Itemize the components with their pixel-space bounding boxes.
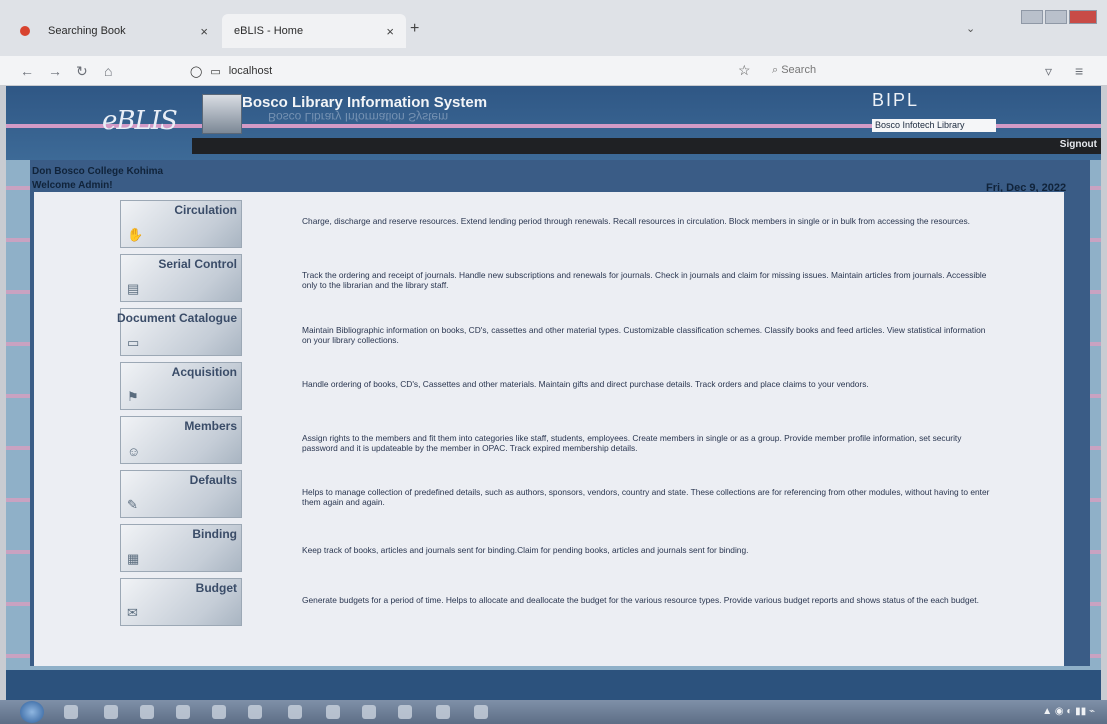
forward-icon[interactable]: → <box>48 63 62 79</box>
reload-icon[interactable]: ↻ <box>76 63 88 80</box>
back-icon[interactable]: ← <box>20 63 34 79</box>
pen-icon: ✎ <box>127 497 138 512</box>
system-title: Bosco Library Information System <box>242 94 488 111</box>
search-input[interactable]: ⌕ Search <box>772 64 816 77</box>
hand-icon: ✋ <box>127 227 144 242</box>
module-members-button[interactable]: Members ☺ <box>120 416 242 464</box>
site-header: eBLIS Bosco Library Information System B… <box>6 86 1101 160</box>
module-circulation-button[interactable]: Circulation ✋ <box>120 200 242 248</box>
books-icon <box>202 94 242 134</box>
module-description: Keep track of books, articles and journa… <box>302 545 749 555</box>
shield-icon: ◯ <box>190 65 203 78</box>
module-description: Helps to manage collection of predefined… <box>302 487 990 507</box>
module-label: Binding <box>192 527 237 541</box>
module-label: Budget <box>195 581 237 595</box>
pocket-icon[interactable]: ▿ <box>1045 63 1052 80</box>
taskbar-app-icon[interactable] <box>104 705 118 719</box>
minimize-button[interactable] <box>1021 10 1043 24</box>
bipl-subtitle: Bosco Infotech Library <box>872 119 996 132</box>
taskbar-app-icon[interactable] <box>326 705 340 719</box>
close-tab-icon[interactable]: × <box>200 24 208 39</box>
tab-eblis-home[interactable]: eBLIS - Home × <box>222 14 406 48</box>
page-icon: ▭ <box>210 65 221 78</box>
taskbar-app-icon[interactable] <box>176 705 190 719</box>
new-tab-button[interactable]: + <box>410 20 419 38</box>
module-acquisition-button[interactable]: Acquisition ⚑ <box>120 362 242 410</box>
chrome-taskbar-icon[interactable] <box>288 705 302 719</box>
taskbar-app-icon[interactable] <box>362 705 376 719</box>
chevron-down-icon[interactable]: ⌄ <box>966 22 975 35</box>
home-icon[interactable]: ⌂ <box>104 63 112 79</box>
url-text: localhost <box>228 65 273 77</box>
module-serial-control-button[interactable]: Serial Control ▤ <box>120 254 242 302</box>
binding-icon: ▦ <box>127 551 140 566</box>
system-tray[interactable]: ▲ ◉ ◐ ▮▮ ⌁ <box>1042 706 1095 717</box>
tab-title: eBLIS - Home <box>234 25 304 37</box>
firefox-taskbar-icon[interactable] <box>64 705 78 719</box>
module-description: Maintain Bibliographic information on bo… <box>302 325 986 345</box>
menu-icon[interactable]: ≡ <box>1075 63 1083 79</box>
eblis-page: eBLIS Bosco Library Information System B… <box>6 86 1101 700</box>
firefox-icon <box>20 26 30 36</box>
address-bar[interactable]: ◯ ▭ localhost <box>190 61 710 81</box>
module-defaults-button[interactable]: Defaults ✎ <box>120 470 242 518</box>
browser-nav-bar: ← → ↻ ⌂ ◯ ▭ localhost ☆ ⌕ Search ▿ ≡ <box>0 56 1107 86</box>
module-label: Defaults <box>189 473 237 487</box>
maximize-button[interactable] <box>1045 10 1067 24</box>
module-budget-button[interactable]: Budget ✉ <box>120 578 242 626</box>
module-label: Members <box>184 419 237 433</box>
browser-tab-bar: Searching Book × eBLIS - Home × + ⌄ <box>0 0 1107 56</box>
search-placeholder: Search <box>781 64 817 76</box>
close-window-button[interactable] <box>1069 10 1097 24</box>
modules-panel: Circulation ✋ Charge, discharge and rese… <box>34 192 1064 666</box>
module-description: Charge, discharge and reserve resources.… <box>302 216 971 226</box>
close-tab-icon[interactable]: × <box>386 24 394 39</box>
module-document-catalogue-button[interactable]: Document Catalogue ▭ <box>116 308 242 356</box>
tab-title: Searching Book <box>48 25 126 37</box>
module-label: Acquisition <box>171 365 237 379</box>
welcome-message: Welcome Admin! <box>32 180 113 191</box>
acquisition-icon: ⚑ <box>127 389 139 404</box>
bookmark-star-icon[interactable]: ☆ <box>738 62 751 79</box>
journal-icon: ▤ <box>127 281 140 296</box>
page-footer-bar <box>6 670 1101 700</box>
top-toolbar: Signout <box>192 138 1101 154</box>
members-icon: ☺ <box>127 444 141 459</box>
module-binding-button[interactable]: Binding ▦ <box>120 524 242 572</box>
module-label: Serial Control <box>158 257 237 271</box>
module-description: Track the ordering and receipt of journa… <box>302 270 987 290</box>
module-description: Generate budgets for a period of time. H… <box>302 595 979 605</box>
budget-icon: ✉ <box>127 605 138 620</box>
bipl-logo: BIPL <box>872 90 920 110</box>
tab-searching-book[interactable]: Searching Book × <box>8 14 220 48</box>
eblis-logo: eBLIS <box>102 106 178 136</box>
taskbar-app-icon[interactable] <box>436 705 450 719</box>
signout-link[interactable]: Signout <box>1060 139 1097 150</box>
college-name: Don Bosco College Kohima <box>32 166 164 177</box>
windows-taskbar: ▲ ◉ ◐ ▮▮ ⌁ <box>0 700 1107 724</box>
window-controls <box>1021 10 1097 24</box>
taskbar-app-icon[interactable] <box>140 705 154 719</box>
module-label: Circulation <box>174 203 237 217</box>
start-button[interactable] <box>20 701 44 723</box>
module-label: Document Catalogue <box>116 311 237 325</box>
catalogue-icon: ▭ <box>127 335 140 350</box>
taskbar-app-icon[interactable] <box>398 705 412 719</box>
taskbar-app-icon[interactable] <box>212 705 226 719</box>
taskbar-app-icon[interactable] <box>248 705 262 719</box>
taskbar-app-icon[interactable] <box>474 705 488 719</box>
module-description: Handle ordering of books, CD's, Cassette… <box>302 379 869 389</box>
system-title-reflection: Bosco Library Information System <box>268 110 449 124</box>
module-description: Assign rights to the members and fit the… <box>302 433 962 453</box>
